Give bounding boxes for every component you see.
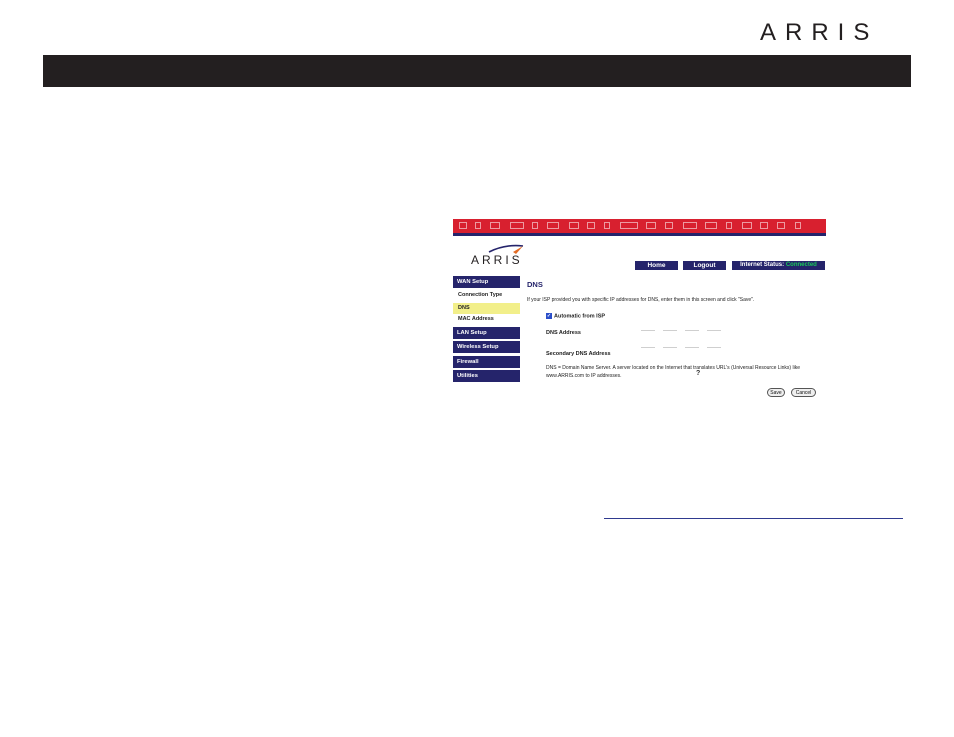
banner-tile — [705, 222, 717, 229]
banner — [453, 219, 826, 236]
router-arris-logo: ARRIS — [471, 244, 524, 267]
automatic-from-isp-checkbox[interactable]: ✓ — [546, 313, 552, 319]
automatic-from-isp-label: Automatic from ISP — [554, 313, 606, 320]
banner-tile — [683, 222, 697, 229]
hyperlink-underline[interactable] — [604, 518, 903, 519]
nav-connection-type[interactable]: Connection Type — [453, 290, 520, 301]
dns-octet-3[interactable] — [685, 330, 699, 336]
banner-tile — [490, 222, 500, 229]
arris-logo: ARRIS — [760, 19, 878, 44]
dns-octet-2[interactable] — [663, 330, 677, 336]
banner-tile — [587, 222, 595, 229]
banner-tile — [777, 222, 785, 229]
banner-tile — [742, 222, 752, 229]
banner-tile — [665, 222, 673, 229]
banner-tile — [726, 222, 732, 229]
logout-button[interactable]: Logout — [683, 261, 726, 270]
banner-tile — [760, 222, 768, 229]
nav-utilities[interactable]: Utilities — [453, 370, 520, 382]
banner-tile — [532, 222, 538, 229]
arris-logo-text: ARRIS — [760, 19, 878, 44]
cancel-button[interactable]: Cancel — [791, 388, 816, 397]
intro-text: If your ISP provided you with specific I… — [527, 297, 755, 303]
router-ui-screenshot: ARRIS Home Logout Internet Status: Conne… — [453, 219, 826, 403]
banner-stripe — [453, 233, 826, 236]
nav-wireless-setup[interactable]: Wireless Setup — [453, 341, 520, 353]
header-bar — [43, 55, 911, 87]
secondary-dns-octet-4[interactable] — [707, 347, 721, 353]
banner-tile — [510, 222, 524, 229]
help-icon[interactable]: ? — [696, 370, 700, 377]
automatic-from-isp-row: ✓ Automatic from ISP — [546, 313, 605, 319]
banner-tile — [547, 222, 559, 229]
banner-tile — [646, 222, 656, 229]
internet-status-value: Connected — [785, 262, 817, 268]
router-logo-text: ARRIS — [471, 253, 523, 267]
nav-lan-setup[interactable]: LAN Setup — [453, 327, 520, 339]
banner-tile — [475, 222, 481, 229]
home-button[interactable]: Home — [635, 261, 678, 270]
dns-address-label: DNS Address — [546, 330, 581, 336]
banner-tile — [459, 222, 467, 229]
secondary-dns-octet-3[interactable] — [685, 347, 699, 353]
secondary-dns-octet-1[interactable] — [641, 347, 655, 353]
secondary-dns-address-label: Secondary DNS Address — [546, 351, 611, 357]
dns-octet-1[interactable] — [641, 330, 655, 336]
internet-status: Internet Status: Connected — [732, 261, 825, 270]
banner-tile — [569, 222, 579, 229]
nav-wan-setup[interactable]: WAN Setup — [453, 276, 520, 288]
banner-tile — [795, 222, 801, 229]
secondary-dns-octet-2[interactable] — [663, 347, 677, 353]
dns-octet-4[interactable] — [707, 330, 721, 336]
page-title: DNS — [527, 280, 543, 289]
banner-tile — [604, 222, 610, 229]
nav-firewall[interactable]: Firewall — [453, 356, 520, 368]
internet-status-label: Internet Status: — [740, 262, 785, 268]
banner-tile — [620, 222, 638, 229]
dns-definition-note: DNS = Domain Name Server. A server locat… — [546, 365, 800, 379]
save-button[interactable]: Save — [767, 388, 785, 397]
nav-dns[interactable]: DNS — [453, 303, 520, 314]
nav-mac-address[interactable]: MAC Address — [453, 314, 520, 325]
